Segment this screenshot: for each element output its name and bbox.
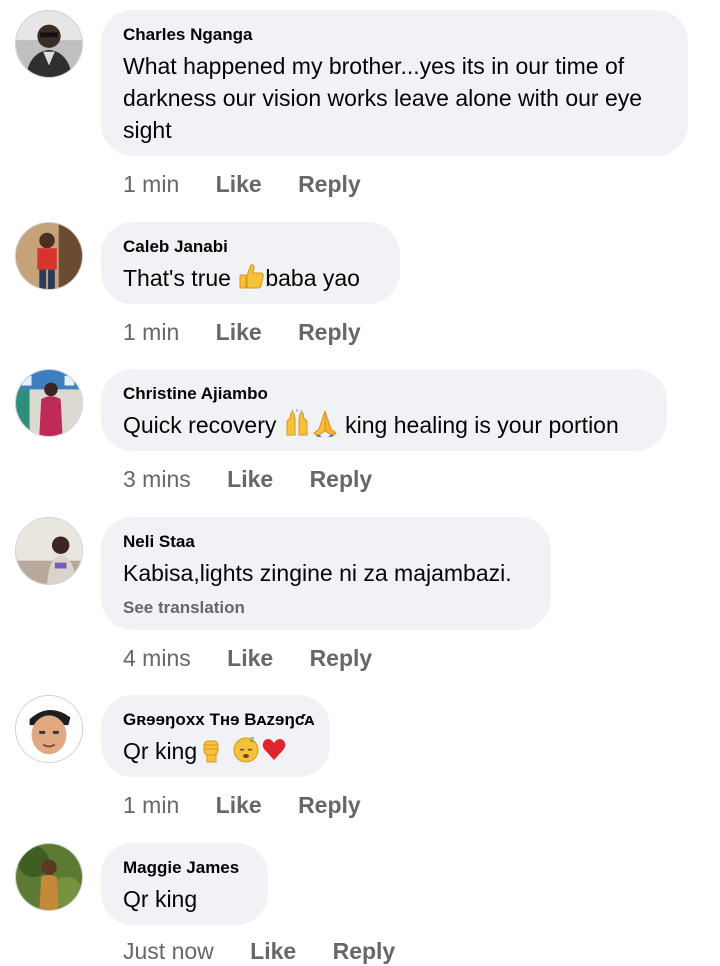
comment-bubble: Charles Nganga What happened my brother.… — [101, 10, 688, 156]
comment-time: 1 min — [123, 319, 180, 345]
reply-button[interactable]: Reply — [298, 317, 361, 347]
raised-fist-icon — [197, 735, 225, 763]
avatar[interactable] — [15, 10, 83, 78]
avatar[interactable] — [15, 843, 83, 911]
comment-author[interactable]: Charles Nganga — [123, 24, 666, 46]
comment-actions: 3 mins Like Reply — [123, 464, 402, 494]
comment-text: What happened my brother...yes its in ou… — [123, 53, 643, 143]
comment-bubble: Gʀɘɘŋoxx Tʜɘ Bᴀzɘŋƈᴀ Qr king z — [101, 695, 330, 777]
thumbs-up-icon — [237, 262, 265, 290]
comment-author[interactable]: Maggie James — [123, 857, 246, 879]
avatar[interactable] — [15, 222, 83, 290]
folded-hands-icon — [311, 409, 339, 437]
comment-bubble: Christine Ajiambo Quick recovery king he… — [101, 369, 667, 451]
like-button[interactable]: Like — [216, 790, 262, 820]
reply-button[interactable]: Reply — [333, 936, 396, 966]
reply-button[interactable]: Reply — [310, 464, 373, 494]
comment-text: Qr king — [123, 886, 198, 912]
avatar[interactable] — [15, 369, 83, 437]
comment-time: Just now — [123, 938, 214, 964]
comment-bubble: Neli Staa Kabisa,lights zingine ni za ma… — [101, 517, 551, 630]
comment-text-part: king healing is your portion — [338, 412, 619, 438]
like-button[interactable]: Like — [216, 317, 262, 347]
comment-text-part: Quick recovery — [123, 412, 283, 438]
like-button[interactable]: Like — [227, 464, 273, 494]
comment-time: 1 min — [123, 171, 180, 197]
avatar[interactable] — [15, 695, 83, 763]
comment-text: That's true baba yao — [123, 262, 378, 294]
comment-actions: Just now Like Reply — [123, 936, 425, 966]
red-heart-icon — [260, 735, 288, 763]
sleeping-face-icon: z — [232, 735, 260, 763]
comment-actions: 4 mins Like Reply — [123, 643, 402, 673]
comment-text-part: That's true — [123, 265, 238, 291]
svg-text:z: z — [250, 735, 254, 744]
comment-time: 4 mins — [123, 645, 191, 671]
comment-text-part: baba yao — [265, 265, 360, 291]
reply-button[interactable]: Reply — [298, 169, 361, 199]
comment-time: 1 min — [123, 792, 180, 818]
raised-hands-icon — [283, 409, 311, 437]
comment-author[interactable]: Christine Ajiambo — [123, 383, 645, 405]
comment-text-part: Qr king — [123, 738, 198, 764]
like-button[interactable]: Like — [250, 936, 296, 966]
comment-actions: 1 min Like Reply — [123, 790, 391, 820]
comment-bubble: Maggie James Qr king — [101, 843, 268, 925]
see-translation-link[interactable]: See translation — [123, 597, 529, 619]
comment-author[interactable]: Caleb Janabi — [123, 236, 378, 258]
comment-text: Kabisa,lights zingine ni za majambazi. — [123, 560, 512, 586]
comment-text: Qr king z — [123, 735, 308, 767]
comment-author[interactable]: Gʀɘɘŋoxx Tʜɘ Bᴀzɘŋƈᴀ — [123, 709, 314, 731]
comment-actions: 1 min Like Reply — [123, 317, 391, 347]
comment-bubble: Caleb Janabi That's true baba yao — [101, 222, 400, 304]
reply-button[interactable]: Reply — [310, 643, 373, 673]
like-button[interactable]: Like — [227, 643, 273, 673]
like-button[interactable]: Like — [216, 169, 262, 199]
comment-time: 3 mins — [123, 466, 191, 492]
comment-text: Quick recovery king healing is your port… — [123, 409, 645, 441]
avatar[interactable] — [15, 517, 83, 585]
reply-button[interactable]: Reply — [298, 790, 361, 820]
comment-actions: 1 min Like Reply — [123, 169, 391, 199]
comment-author[interactable]: Neli Staa — [123, 531, 529, 553]
